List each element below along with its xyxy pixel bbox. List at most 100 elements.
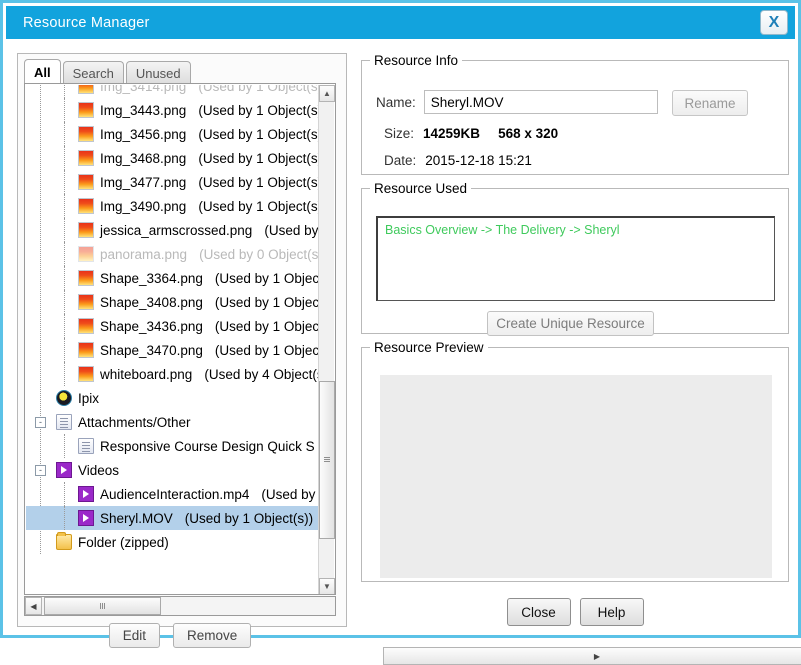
- close-icon[interactable]: X: [760, 10, 788, 35]
- list-item[interactable]: panorama.png (Used by 0 Object(s)): [26, 242, 320, 266]
- name-label: Name:: [376, 94, 416, 110]
- list-item-label: Img_3477.png: [100, 174, 187, 190]
- png-image-icon: [78, 126, 94, 142]
- list-item[interactable]: Shape_3436.png (Used by 1 Object(s)): [26, 314, 320, 338]
- list-item-label: Shape_3470.png: [100, 342, 203, 358]
- tree-guide-line: [64, 194, 65, 218]
- document-icon: [56, 414, 72, 430]
- list-item[interactable]: Img_3490.png (Used by 1 Object(s)): [26, 194, 320, 218]
- list-item-usage: (Used by 1 Object(s)): [198, 102, 320, 118]
- edit-button[interactable]: Edit: [108, 623, 160, 648]
- list-item-label: Img_3456.png: [100, 126, 187, 142]
- png-image-icon: [78, 222, 94, 238]
- list-item[interactable]: Img_3477.png (Used by 1 Object(s)): [26, 170, 320, 194]
- list-item-label: whiteboard.png: [100, 366, 193, 382]
- scroll-up-icon[interactable]: ▲: [319, 85, 335, 102]
- help-button[interactable]: Help: [579, 598, 644, 626]
- tree-content: Img_3414.png (Used by 1 Object(s)) Img_3…: [26, 85, 320, 554]
- list-item[interactable]: jessica_armscrossed.png (Used by 1 Objec…: [26, 218, 320, 242]
- list-item-usage: (Used by 1 Object(s)): [264, 222, 320, 238]
- list-item-label: panorama.png: [100, 246, 188, 262]
- png-image-icon: [78, 342, 94, 358]
- tree-guide-line: [64, 338, 65, 362]
- list-item-label: Sheryl.MOV: [100, 510, 173, 526]
- list-item[interactable]: Shape_3364.png (Used by 1 Object(s)): [26, 266, 320, 290]
- tab-search[interactable]: Search: [62, 61, 124, 84]
- tree-guide-line: [64, 506, 65, 530]
- list-item-label: Attachments/Other: [78, 414, 191, 430]
- list-item-selected[interactable]: Sheryl.MOV (Used by 1 Object(s)): [26, 506, 320, 530]
- tab-strip: All Search Unused: [24, 59, 193, 84]
- list-item-usage: (Used by 1 Object(s)): [214, 270, 320, 286]
- ipix-icon: [56, 390, 72, 406]
- scroll-right-icon[interactable]: ▶: [383, 647, 801, 665]
- png-image-icon: [78, 198, 94, 214]
- rename-button[interactable]: Rename: [672, 90, 748, 116]
- scroll-down-icon[interactable]: ▼: [319, 578, 335, 594]
- dialog-action-buttons: Close Help: [361, 598, 789, 626]
- tab-all[interactable]: All: [24, 59, 61, 84]
- horizontal-scrollbar[interactable]: ◀ ▶: [24, 596, 801, 665]
- png-image-icon: [78, 85, 94, 94]
- tree-guide-line: [64, 170, 65, 194]
- resource-used-list[interactable]: Basics Overview -> The Delivery -> Shery…: [376, 216, 775, 301]
- vertical-scrollbar[interactable]: ▲ ▼: [318, 85, 335, 594]
- resource-used-entry[interactable]: Basics Overview -> The Delivery -> Shery…: [385, 223, 767, 237]
- list-item[interactable]: Shape_3470.png (Used by 1 Object(s)): [26, 338, 320, 362]
- tree-guide-line: [64, 266, 65, 290]
- video-icon: [78, 486, 94, 502]
- video-icon: [78, 510, 94, 526]
- png-image-icon: [78, 174, 94, 190]
- list-item-label: Responsive Course Design Quick S: [100, 438, 315, 454]
- list-item[interactable]: Responsive Course Design Quick S: [26, 434, 320, 458]
- list-item[interactable]: Img_3414.png (Used by 1 Object(s)): [26, 85, 320, 98]
- close-button[interactable]: Close: [506, 598, 571, 626]
- list-item-usage: (Used by 1 Object(s)): [214, 294, 320, 310]
- tab-unused[interactable]: Unused: [125, 61, 191, 84]
- tree-guide-line: [64, 242, 65, 266]
- create-unique-resource-button[interactable]: Create Unique Resource: [487, 311, 654, 336]
- dimensions-value: 568 x 320: [498, 126, 559, 141]
- tree-guide-line: [64, 314, 65, 338]
- list-item[interactable]: - Attachments/Other: [26, 410, 320, 434]
- list-item[interactable]: AudienceInteraction.mp4 (Used by 1 Objec…: [26, 482, 320, 506]
- list-item[interactable]: Img_3456.png (Used by 1 Object(s)): [26, 122, 320, 146]
- list-item[interactable]: whiteboard.png (Used by 4 Object(s)): [26, 362, 320, 386]
- tree-guide-line: [64, 218, 65, 242]
- list-item-usage: (Used by 0 Object(s)): [199, 246, 320, 262]
- list-item-label: Img_3414.png: [100, 85, 187, 94]
- png-image-icon: [78, 270, 94, 286]
- resource-tree[interactable]: Img_3414.png (Used by 1 Object(s)) Img_3…: [24, 83, 336, 595]
- vertical-scrollbar-thumb[interactable]: [319, 381, 335, 539]
- list-item-usage: (Used by 1 Object(s)): [198, 150, 320, 166]
- list-item[interactable]: Img_3443.png (Used by 1 Object(s)): [26, 98, 320, 122]
- resource-preview-group: Resource Preview: [361, 340, 789, 582]
- horizontal-scrollbar-thumb[interactable]: [44, 597, 161, 615]
- list-item-usage: (Used by 1 Object(s)): [198, 174, 320, 190]
- list-item[interactable]: Shape_3408.png (Used by 1 Object(s)): [26, 290, 320, 314]
- list-item[interactable]: Img_3468.png (Used by 1 Object(s)): [26, 146, 320, 170]
- resource-info-group: Resource Info Name: Rename Size: 14259KB…: [361, 53, 789, 175]
- png-image-icon: [78, 102, 94, 118]
- list-item[interactable]: Folder (zipped): [26, 530, 320, 554]
- resource-preview-area[interactable]: [380, 375, 772, 578]
- tree-guide-line: [64, 98, 65, 122]
- remove-button[interactable]: Remove: [172, 623, 252, 648]
- scroll-left-icon[interactable]: ◀: [25, 597, 42, 615]
- tree-expander-icon[interactable]: -: [35, 464, 46, 476]
- list-item-label: Shape_3408.png: [100, 294, 203, 310]
- title-bar: Resource Manager X: [6, 6, 795, 39]
- list-item-label: Img_3490.png: [100, 198, 187, 214]
- tree-expander-icon[interactable]: -: [35, 416, 46, 428]
- list-item-usage: (Used by 1 Object(s)): [261, 486, 320, 502]
- list-item-usage: (Used by 4 Object(s)): [204, 366, 320, 382]
- name-input[interactable]: [423, 90, 658, 114]
- list-item[interactable]: - Videos: [26, 458, 320, 482]
- resource-preview-legend: Resource Preview: [374, 340, 484, 355]
- list-item[interactable]: Ipix: [26, 386, 320, 410]
- list-item-label: Videos: [78, 462, 120, 478]
- name-row: Name:: [376, 90, 658, 114]
- resource-info-legend: Resource Info: [374, 53, 459, 68]
- date-value: 2015-12-18 15:21: [425, 153, 532, 168]
- list-item-usage: (Used by 1 Object(s)): [214, 318, 320, 334]
